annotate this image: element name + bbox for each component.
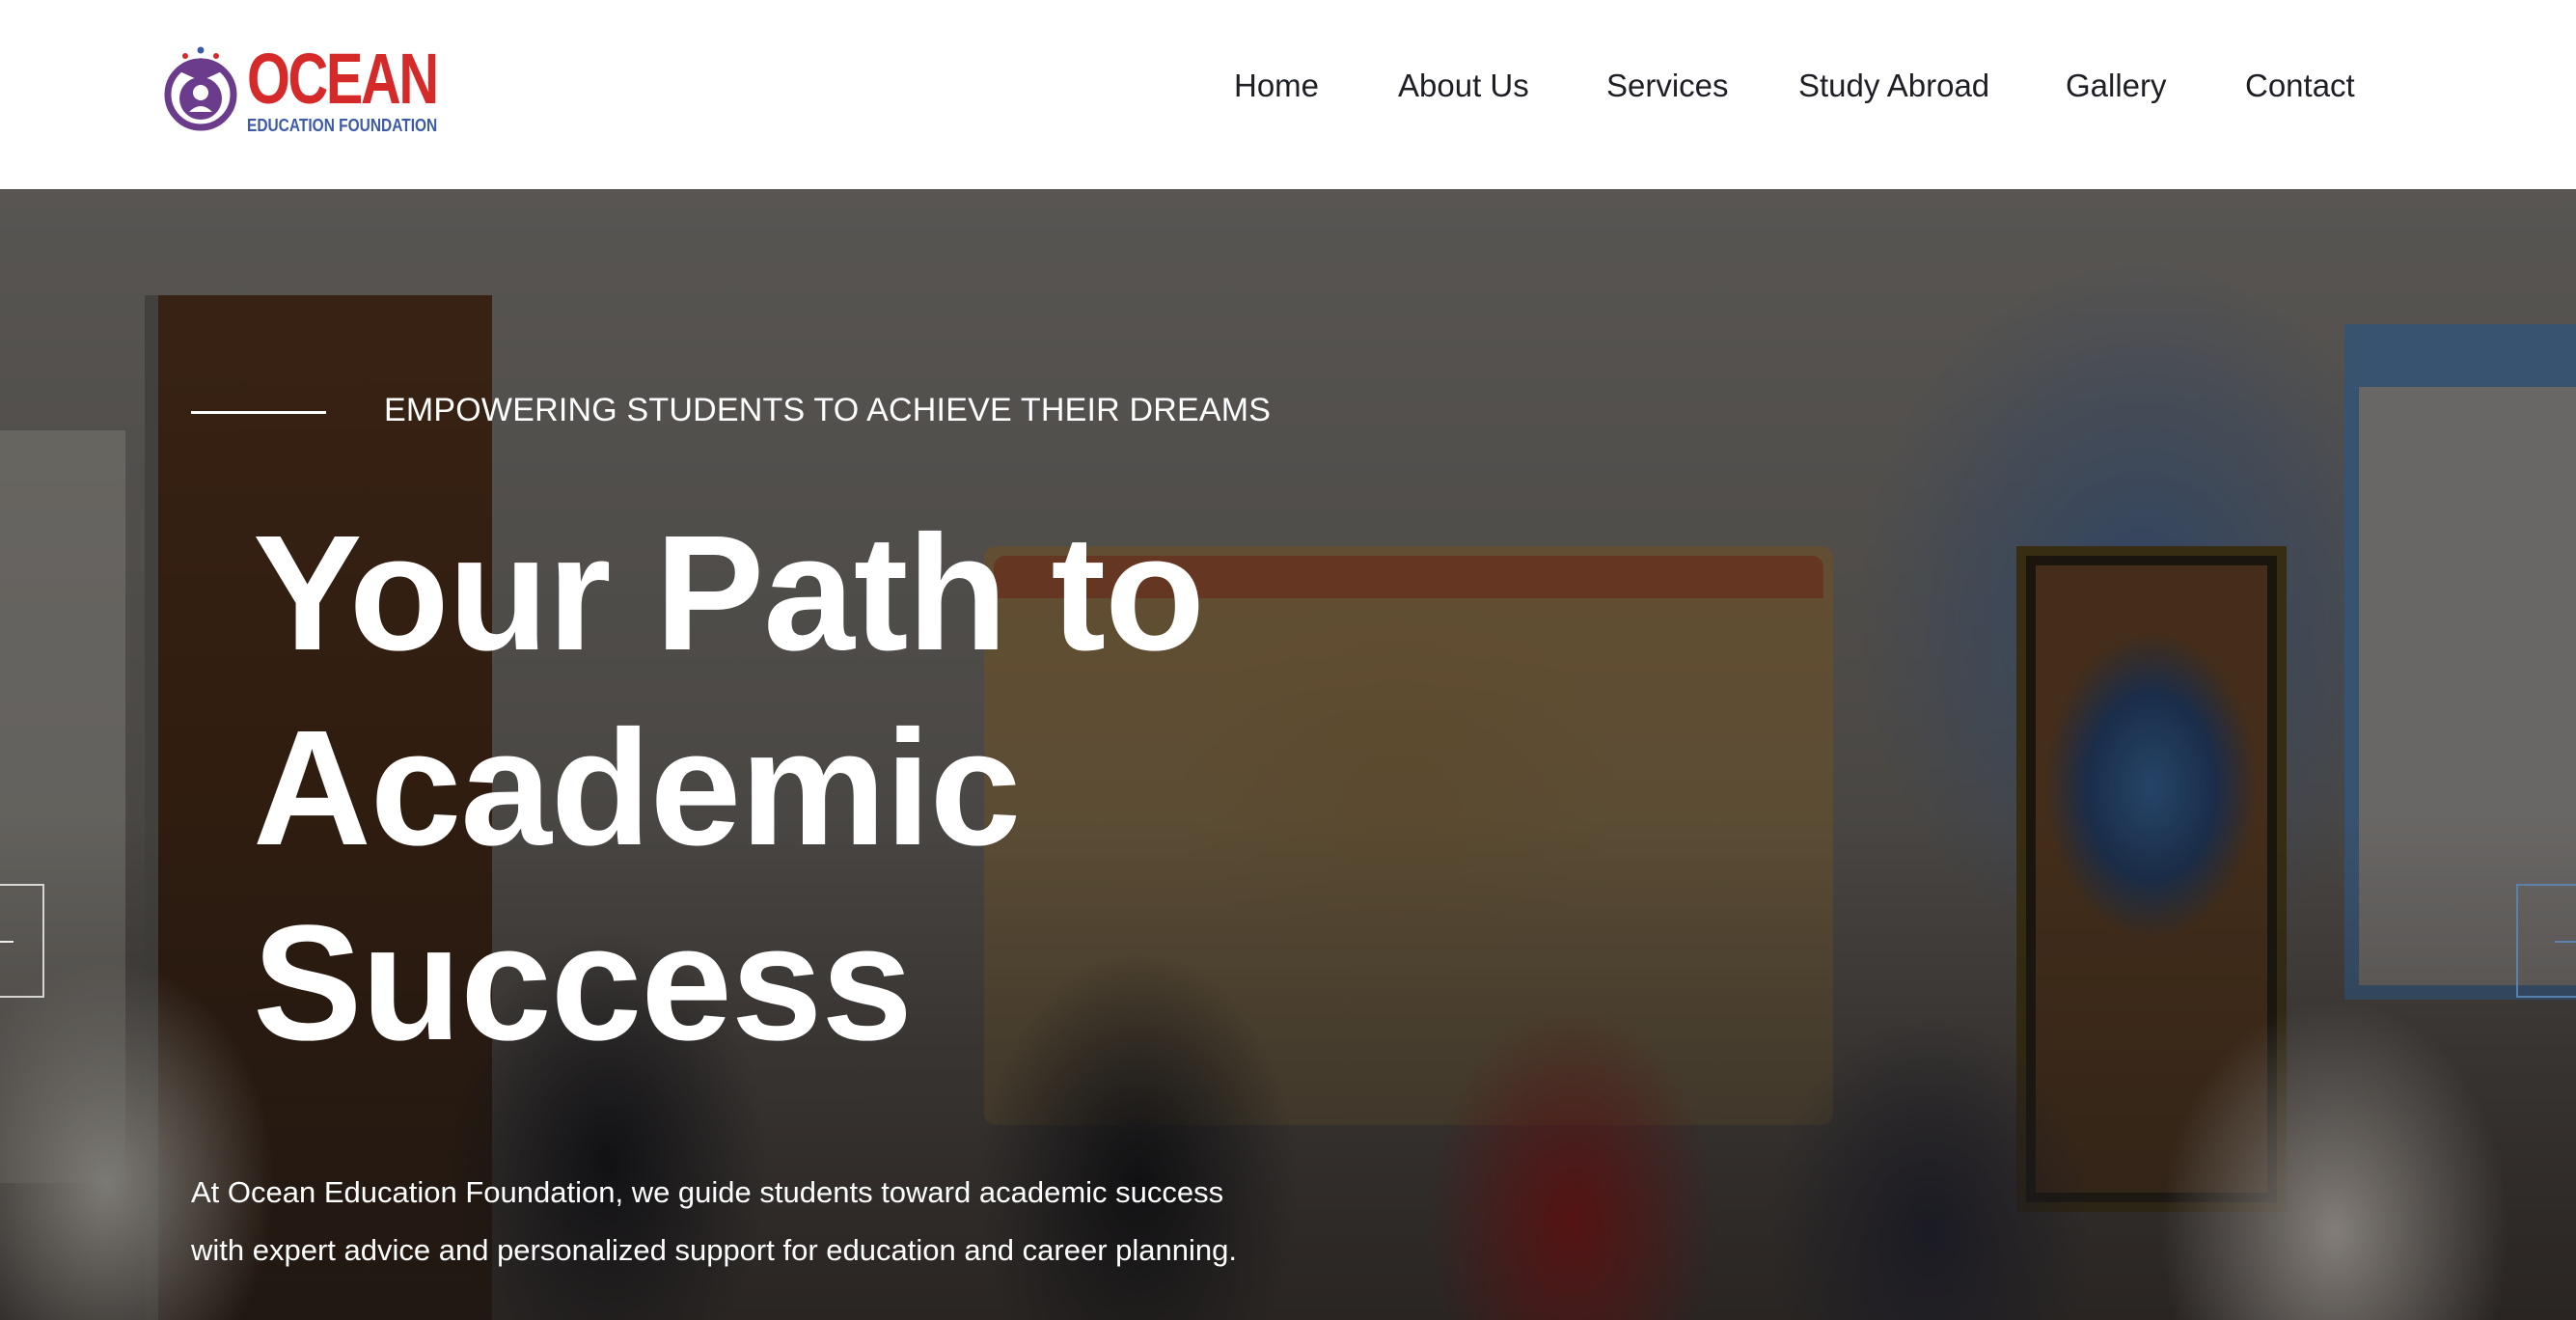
hero-headline-line-3: Success bbox=[253, 892, 913, 1075]
hero-headline-line-1: Your Path to bbox=[253, 502, 1205, 685]
nav-contact[interactable]: Contact bbox=[2245, 68, 2355, 104]
hero-tagline: EMPOWERING STUDENTS TO ACHIEVE THEIR DRE… bbox=[384, 392, 1272, 428]
logo[interactable]: OCEAN EDUCATION FOUNDATION bbox=[160, 43, 440, 134]
hero-headline-line-2: Academic bbox=[253, 697, 1021, 880]
hero-description: At Ocean Education Foundation, we guide … bbox=[191, 1164, 1542, 1279]
hero-section: EMPOWERING STUDENTS TO ACHIEVE THEIR DRE… bbox=[0, 189, 2576, 1320]
arrow-right-icon bbox=[2555, 941, 2576, 943]
graduation-cap-logo-icon bbox=[164, 46, 237, 131]
nav-services[interactable]: Services bbox=[1606, 68, 1729, 104]
arrow-left-icon bbox=[0, 941, 14, 943]
site-header: OCEAN EDUCATION FOUNDATION Home About Us… bbox=[0, 0, 2576, 189]
nav-study-abroad[interactable]: Study Abroad bbox=[1798, 68, 1989, 104]
nav-home[interactable]: Home bbox=[1234, 68, 1319, 104]
nav-about-us[interactable]: About Us bbox=[1398, 68, 1529, 104]
tagline-divider bbox=[191, 411, 326, 414]
logo-text: OCEAN EDUCATION FOUNDATION bbox=[247, 39, 490, 135]
hero-headline: Your Path to Academic Success bbox=[253, 496, 1603, 1081]
hero-description-line-2: with expert advice and personalized supp… bbox=[191, 1233, 1237, 1267]
slider-prev-button[interactable] bbox=[0, 884, 44, 998]
logo-wordmark: OCEAN bbox=[247, 39, 439, 119]
nav-gallery[interactable]: Gallery bbox=[2066, 68, 2167, 104]
hero-description-line-1: At Ocean Education Foundation, we guide … bbox=[191, 1175, 1224, 1209]
logo-subtitle: EDUCATION FOUNDATION bbox=[247, 116, 438, 135]
slider-next-button[interactable] bbox=[2516, 884, 2576, 998]
